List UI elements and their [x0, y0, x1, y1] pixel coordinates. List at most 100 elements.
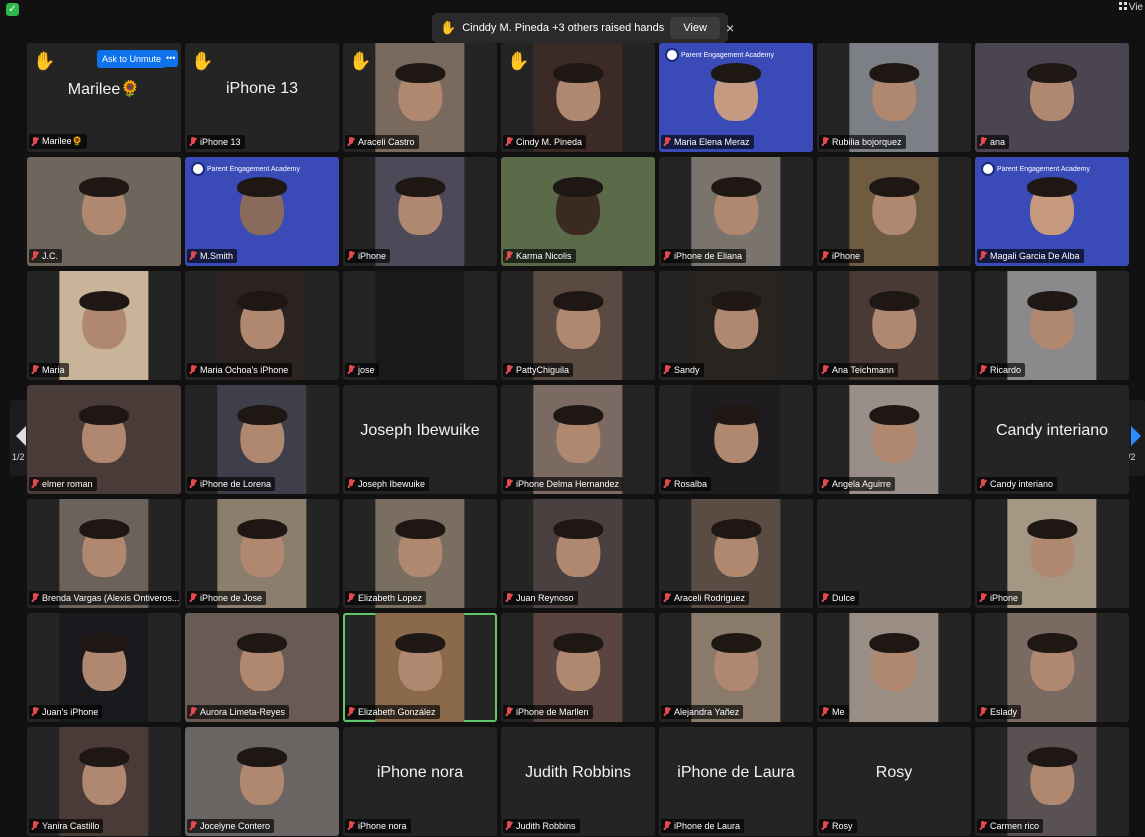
- participant-name-label: Marilee🌻: [29, 134, 87, 149]
- participant-hair: [1027, 633, 1077, 653]
- participant-display-name: Candy interiano: [995, 421, 1109, 439]
- participant-name-label: Dulce: [819, 591, 860, 605]
- participant-name: Marilee🌻: [42, 136, 83, 146]
- muted-mic-icon: [31, 479, 39, 489]
- more-options-button[interactable]: •••: [163, 50, 179, 67]
- participant-tile[interactable]: Carmen rico: [975, 727, 1129, 836]
- academy-logo: Parent Engagement Academy: [981, 162, 1090, 176]
- participant-tile[interactable]: Parent Engagement Academy M.Smith: [185, 157, 339, 266]
- participant-hair: [711, 633, 761, 653]
- participant-hair: [79, 519, 129, 539]
- participant-tile[interactable]: Elizabeth Lopez: [343, 499, 497, 608]
- participant-name-label: iPhone de Lorena: [187, 477, 276, 491]
- participant-tile[interactable]: iPhone de Lorena: [185, 385, 339, 494]
- participant-tile[interactable]: Parent Engagement Academy Maria Elena Mer…: [659, 43, 813, 152]
- participant-tile[interactable]: Maria Ochoa's iPhone: [185, 271, 339, 380]
- participant-tile[interactable]: iPhone de Jose: [185, 499, 339, 608]
- participant-tile[interactable]: iPhone de Eliana: [659, 157, 813, 266]
- participant-tile[interactable]: Elizabeth González: [343, 613, 497, 722]
- participant-name-label: Candy interiano: [977, 477, 1058, 491]
- participant-tile[interactable]: Rosalba: [659, 385, 813, 494]
- muted-mic-icon: [821, 137, 829, 147]
- participant-tile[interactable]: Ana Teichmann: [817, 271, 971, 380]
- muted-mic-icon: [31, 365, 39, 375]
- participant-name-label: Angela Aguirre: [819, 477, 896, 491]
- soccer-ball-icon: [191, 162, 205, 176]
- participant-name-label: Jocelyne Contero: [187, 819, 275, 833]
- muted-mic-icon: [31, 707, 39, 717]
- participant-tile[interactable]: PattyChiguila: [501, 271, 655, 380]
- participant-tile[interactable]: Rosy Rosy: [817, 727, 971, 836]
- participant-tile[interactable]: Maria: [27, 271, 181, 380]
- participant-tile[interactable]: ✋ Cindy M. Pineda: [501, 43, 655, 152]
- participant-tile[interactable]: iPhone: [343, 157, 497, 266]
- participant-tile[interactable]: Judith Robbins Judith Robbins: [501, 727, 655, 836]
- participant-hair: [237, 747, 287, 767]
- participant-name-label: iPhone de Marllen: [503, 705, 593, 719]
- participant-video: [849, 499, 939, 608]
- participant-name: iPhone: [990, 593, 1019, 603]
- participant-tile[interactable]: Dulce: [817, 499, 971, 608]
- participant-tile[interactable]: Marilee🌻 ✋ Ask to Unmute ••• Marilee🌻: [27, 43, 181, 152]
- participant-tile[interactable]: Parent Engagement Academy Magali Garcia D…: [975, 157, 1129, 266]
- participant-tile[interactable]: Aurora Limeta-Reyes: [185, 613, 339, 722]
- participant-hair: [553, 177, 603, 197]
- participant-name-label: iPhone: [977, 591, 1023, 605]
- participant-tile[interactable]: Candy interiano Candy interiano: [975, 385, 1129, 494]
- raised-hand-icon: ✋: [191, 51, 214, 71]
- view-raised-hands-button[interactable]: View: [670, 17, 720, 39]
- ask-to-unmute-button[interactable]: Ask to Unmute: [97, 50, 167, 68]
- participant-tile[interactable]: Ricardo: [975, 271, 1129, 380]
- participant-name-label: Eslady: [977, 705, 1022, 719]
- participant-tile[interactable]: J.C.: [27, 157, 181, 266]
- participant-tile[interactable]: iPhone de Marllen: [501, 613, 655, 722]
- participant-name-label: Juan Reynoso: [503, 591, 578, 605]
- participant-tile[interactable]: Jocelyne Contero: [185, 727, 339, 836]
- security-shield-icon[interactable]: ✓: [6, 3, 19, 16]
- participant-tile[interactable]: Rubilia bojorquez: [817, 43, 971, 152]
- participant-tile[interactable]: ✋ Araceli Castro: [343, 43, 497, 152]
- participant-name: Me: [832, 707, 845, 717]
- participant-name: Magali Garcia De Alba: [990, 251, 1080, 261]
- participant-tile[interactable]: Sandy: [659, 271, 813, 380]
- participant-tile[interactable]: Angela Aguirre: [817, 385, 971, 494]
- participant-tile[interactable]: iPhone nora iPhone nora: [343, 727, 497, 836]
- participant-tile[interactable]: iPhone: [975, 499, 1129, 608]
- participant-tile[interactable]: Eslady: [975, 613, 1129, 722]
- participant-name: Rosalba: [674, 479, 708, 489]
- participant-tile[interactable]: Juan's iPhone: [27, 613, 181, 722]
- participant-hair: [79, 747, 129, 767]
- participant-tile[interactable]: iPhone: [817, 157, 971, 266]
- participant-tile[interactable]: Araceli Rodriguez: [659, 499, 813, 608]
- participant-display-name: Rosy: [875, 763, 913, 781]
- participant-tile[interactable]: Me: [817, 613, 971, 722]
- participant-name: Joseph Ibewuike: [358, 479, 426, 489]
- participant-name: iPhone de Jose: [200, 593, 263, 603]
- participant-display-name: Joseph Ibewuike: [360, 421, 480, 439]
- participant-tile[interactable]: Karma Nicolis: [501, 157, 655, 266]
- participant-tile[interactable]: elmer roman: [27, 385, 181, 494]
- participant-name-label: iPhone de Laura: [661, 819, 745, 833]
- participant-tile[interactable]: Alejandra Yañez: [659, 613, 813, 722]
- participant-tile[interactable]: Yanira Castillo: [27, 727, 181, 836]
- participant-display-name: Judith Robbins: [525, 763, 631, 781]
- view-menu[interactable]: Vie: [1117, 0, 1145, 15]
- participant-name-label: iPhone 13: [187, 135, 245, 149]
- participant-hair: [1027, 291, 1077, 311]
- participant-tile[interactable]: iPhone de Laura iPhone de Laura: [659, 727, 813, 836]
- participant-tile[interactable]: Joseph Ibewuike Joseph Ibewuike: [343, 385, 497, 494]
- participant-name-label: Elizabeth González: [345, 705, 440, 719]
- participant-tile[interactable]: iPhone Delma Hernandez: [501, 385, 655, 494]
- participant-tile[interactable]: jose: [343, 271, 497, 380]
- participant-hair: [395, 519, 445, 539]
- participant-tile[interactable]: Brenda Vargas (Alexis Ontiveros...: [27, 499, 181, 608]
- participant-tile[interactable]: Juan Reynoso: [501, 499, 655, 608]
- participant-name-label: iPhone de Jose: [187, 591, 267, 605]
- participant-name: Carmen rico: [990, 821, 1040, 831]
- participant-name: iPhone de Lorena: [200, 479, 272, 489]
- muted-mic-icon: [505, 593, 513, 603]
- participant-name-label: Rosy: [819, 819, 857, 833]
- participant-tile[interactable]: iPhone 13 ✋ iPhone 13: [185, 43, 339, 152]
- participant-tile[interactable]: ana: [975, 43, 1129, 152]
- close-icon[interactable]: ×: [726, 20, 734, 36]
